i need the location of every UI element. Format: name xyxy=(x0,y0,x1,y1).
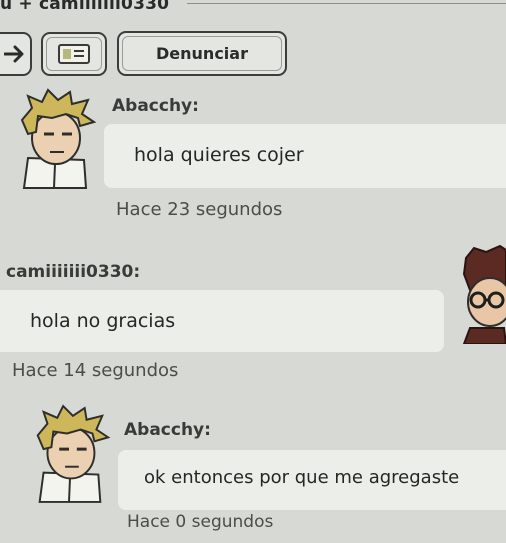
message-username: camiiiiiii0330: xyxy=(6,262,141,282)
blonde-avatar-icon xyxy=(8,88,100,190)
message-username: Abacchy: xyxy=(124,420,211,440)
message-text: ok entonces por que me agregaste xyxy=(144,467,460,488)
message-text: hola quieres cojer xyxy=(134,144,304,166)
glasses-avatar-icon xyxy=(460,244,506,344)
message-username: Abacchy: xyxy=(112,96,199,116)
id-card-icon xyxy=(58,44,90,64)
message-timestamp: Hace 14 segundos xyxy=(12,360,179,381)
message-timestamp: Hace 0 segundos xyxy=(127,512,274,532)
message-text: hola no gracias xyxy=(30,310,176,332)
header-divider xyxy=(187,3,506,4)
blonde-avatar-icon xyxy=(24,404,114,504)
arrow-right-icon xyxy=(4,45,24,63)
report-button[interactable]: Denunciar xyxy=(117,31,287,76)
chat-title: u + camiiiiiii0330 xyxy=(0,0,170,14)
profile-card-button[interactable] xyxy=(41,32,107,76)
message-timestamp: Hace 23 segundos xyxy=(116,199,283,220)
report-button-label: Denunciar xyxy=(156,44,248,63)
forward-button[interactable] xyxy=(0,32,32,76)
